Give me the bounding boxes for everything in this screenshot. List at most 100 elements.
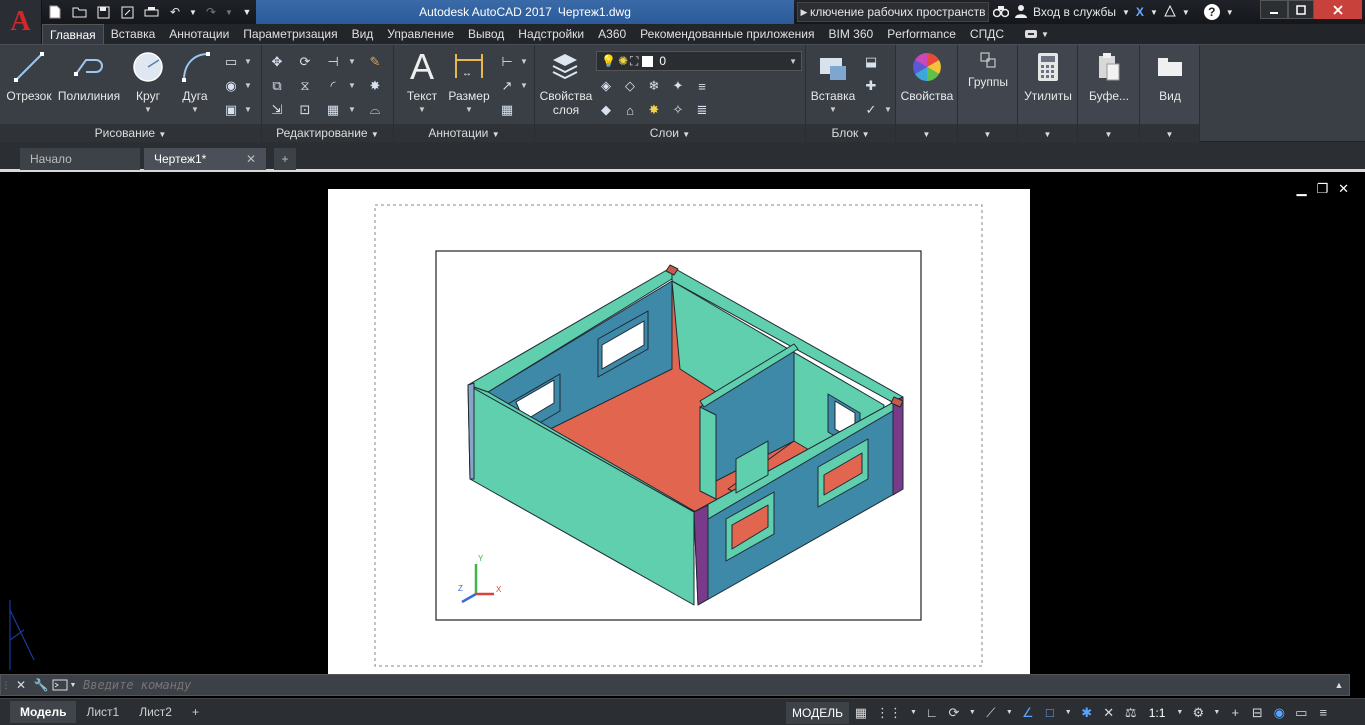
panel-modify-title[interactable]: Редактирование ▼ [262,124,393,142]
panel-clipboard-expand[interactable]: ▼ [1078,124,1139,142]
tab-insert[interactable]: Вставка [104,24,163,44]
layer-off-icon[interactable]: ✦ [669,77,687,95]
isodraft-dropdown-icon[interactable]: ▼ [1003,702,1016,724]
sign-in-dropdown-icon[interactable]: ▼ [1122,8,1130,17]
clipboard-tool[interactable]: Буфе... [1082,49,1136,103]
layout-tab-sheet2[interactable]: Лист2 [129,701,182,723]
workspace-dropdown-icon[interactable]: ▼ [1210,702,1223,724]
annotation-monitor-icon[interactable]: + [1225,702,1245,724]
panel-utilities-expand[interactable]: ▼ [1018,124,1077,142]
layer-match-icon[interactable]: ≡ [693,77,711,95]
units-icon[interactable]: ⊟ [1247,702,1267,724]
create-block-icon[interactable]: ⬓ [862,53,880,71]
erase-icon[interactable]: ✎ [366,53,384,71]
edit-attributes-dropdown-icon[interactable]: ▼ [884,105,892,114]
save-icon[interactable] [92,2,114,22]
maximize-button[interactable] [1288,0,1314,19]
tab-bim360[interactable]: BIM 360 [822,24,881,44]
viewport-minimize-icon[interactable]: ▁ [1296,181,1306,197]
fillet-icon[interactable]: ◜ [324,77,342,95]
rectangle-icon[interactable]: ▭ [222,53,240,71]
make-current-layer-icon[interactable]: ◈ [597,77,615,95]
new-file-icon[interactable] [44,2,66,22]
explode-icon[interactable]: ✸ [366,77,384,95]
trim-dropdown-icon[interactable]: ▼ [348,57,356,66]
array-icon[interactable]: ▦ [324,101,342,119]
view-tool[interactable]: Вид [1144,49,1196,103]
scale-icon[interactable]: ⊡ [296,101,314,119]
command-input[interactable] [83,678,1183,692]
file-tab-drawing[interactable]: Чертеж1* ✕ [144,148,266,170]
binoculars-icon[interactable] [992,4,1010,21]
linear-dimension-dropdown-icon[interactable]: ▼ [520,57,528,66]
tab-output[interactable]: Вывод [461,24,511,44]
hatch-icon[interactable]: ◉ [222,77,240,95]
open-folder-icon[interactable] [68,2,90,22]
redo-icon[interactable]: ↷ [200,2,222,22]
close-command-line-icon[interactable]: ✕ [11,676,31,694]
hatch-dropdown-icon[interactable]: ▼ [244,81,252,90]
layer-properties-tool[interactable]: Свойства слоя [539,49,593,117]
text-tool[interactable]: A Текст ▼ [402,46,442,117]
minimize-button[interactable] [1260,0,1288,19]
tab-a360[interactable]: A360 [591,24,633,44]
drawing-viewport[interactable]: ▁ ❐ ✕ Y X Z [0,175,1365,697]
trim-icon[interactable]: ⊣ [324,53,342,71]
polyline-tool[interactable]: Полилиния [56,49,122,103]
leader-dropdown-icon[interactable]: ▼ [520,81,528,90]
snap-icon[interactable]: ⋮⋮ [873,702,905,724]
add-layout-button[interactable]: + [182,701,209,723]
tab-home[interactable]: Главная [42,24,104,44]
close-tab-icon[interactable]: ✕ [246,152,256,166]
polar-tracking-icon[interactable]: ⟳ [944,702,964,724]
annotation-scale-value[interactable]: 1:1 [1143,702,1172,724]
rotate-icon[interactable]: ⟳ [296,53,314,71]
edit-block-icon[interactable]: ✚ [862,77,880,95]
undo-icon[interactable]: ↶ [164,2,186,22]
isodraft-icon[interactable]: ⟋ [981,702,1001,724]
layer-freeze-icon[interactable]: ❄ [645,77,663,95]
panel-block-title[interactable]: Блок ▼ [806,124,895,142]
undo-dropdown-icon[interactable]: ▼ [188,2,198,22]
snap-dropdown-icon[interactable]: ▼ [907,702,920,724]
viewport-restore-icon[interactable]: ❐ [1316,181,1328,197]
object-snap-icon[interactable]: □ [1040,702,1060,724]
tab-parametric[interactable]: Параметризация [236,24,344,44]
file-tab-start[interactable]: Начало [20,148,140,170]
layer-unisolate-icon[interactable]: ◆ [597,101,615,119]
help-icon[interactable]: ? [1203,4,1220,20]
save-as-icon[interactable] [116,2,138,22]
workspace-switcher[interactable]: ▶ ключение рабочих пространств [797,2,989,22]
layer-thaw-icon[interactable]: ✸ [645,101,663,119]
command-history-up-icon[interactable]: ▲ [1329,676,1349,694]
region-icon[interactable]: ▣ [222,101,240,119]
insert-block-tool[interactable]: Вставка ▼ [808,49,858,117]
model-space-toggle[interactable]: МОДЕЛЬ [786,701,849,724]
sign-in-link[interactable]: Вход в службы [1033,5,1116,19]
scale-dropdown-icon[interactable]: ▼ [1173,702,1186,724]
stay-connected-icon[interactable] [1164,4,1176,20]
panel-draw-title[interactable]: Рисование ▼ [0,124,261,142]
grid-icon[interactable]: ▦ [851,702,871,724]
fillet-dropdown-icon[interactable]: ▼ [348,81,356,90]
tab-manage[interactable]: Управление [380,24,461,44]
autodesk-exchange-icon[interactable]: X [1136,5,1144,19]
object-snap-dropdown-icon[interactable]: ▼ [1062,702,1075,724]
plot-printer-icon[interactable] [140,2,162,22]
grip-handle-icon[interactable]: ⋮ [1,676,11,694]
copy-icon[interactable]: ⧉ [268,77,286,95]
leader-icon[interactable]: ↗ [498,77,516,95]
stay-connected-dropdown-icon[interactable]: ▼ [1182,8,1190,17]
customization-menu-icon[interactable]: ≡ [1313,702,1333,724]
properties-tool[interactable]: Свойства [900,49,954,103]
polar-dropdown-icon[interactable]: ▼ [966,702,979,724]
tab-featured-apps[interactable]: Рекомендованные приложения [633,24,821,44]
tab-spds[interactable]: СПДС [963,24,1011,44]
auto-scale-icon[interactable]: ✕ [1099,702,1119,724]
exchange-dropdown-icon[interactable]: ▼ [1150,8,1158,17]
tab-annotate[interactable]: Аннотации [162,24,236,44]
layer-isolate-icon[interactable]: ◇ [621,77,639,95]
linear-dimension-icon[interactable]: ⊢ [498,53,516,71]
layout-tab-model[interactable]: Модель [10,701,77,723]
dimension-tool[interactable]: ↔ Размер ▼ [446,49,492,117]
